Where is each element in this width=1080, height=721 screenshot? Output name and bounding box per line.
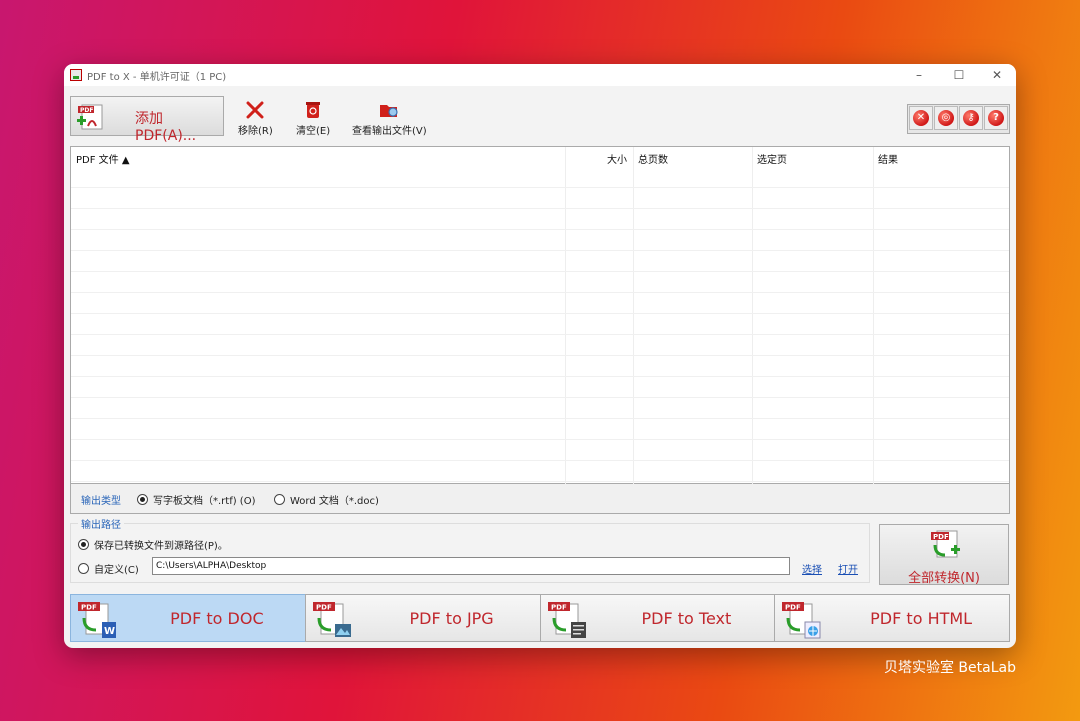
tab-label: PDF to DOC xyxy=(170,609,264,628)
column-result[interactable]: 结果 xyxy=(878,151,898,166)
title-bar: PDF to X - 单机许可证（1 PC) – ☐ ✕ xyxy=(64,64,1016,86)
tab-pdf-to-text[interactable]: PDF PDF to Text xyxy=(539,594,776,644)
empty-row xyxy=(71,272,1009,293)
output-path-group: 输出路径 保存已转换文件到源路径(P)。 自定义(C) 选择 打开 xyxy=(70,516,870,584)
add-pdf-button[interactable]: PDF 添加 PDF(A)... xyxy=(70,96,224,144)
output-path-title: 输出路径 xyxy=(78,516,124,531)
conversion-tabs: PDF W PDF to DOC PDF PDF to JPG PDF PDF … xyxy=(70,594,1010,642)
svg-text:W: W xyxy=(104,626,115,637)
tab-pdf-to-jpg[interactable]: PDF PDF to JPG xyxy=(304,594,541,644)
empty-row xyxy=(71,209,1009,230)
empty-row xyxy=(71,419,1009,440)
empty-row xyxy=(71,461,1009,482)
radio-selected-icon xyxy=(137,494,148,505)
tab-label: PDF to JPG xyxy=(409,609,494,628)
clear-label: 清空(E) xyxy=(296,126,331,137)
column-selected-pages[interactable]: 选定页 xyxy=(757,151,787,166)
window-title: PDF to X - 单机许可证（1 PC) xyxy=(87,72,227,83)
svg-text:PDF: PDF xyxy=(785,604,801,612)
folder-search-icon xyxy=(380,105,398,117)
app-window: PDF to X - 单机许可证（1 PC) – ☐ ✕ PDF 添加 PDF(… xyxy=(64,64,1016,648)
output-type-bar: 输出类型 写字板文档（*.rtf) (O) Word 文档（*.doc) xyxy=(70,484,1010,514)
tab-pdf-to-html[interactable]: PDF PDF to HTML xyxy=(774,594,1010,642)
file-list-rows xyxy=(71,167,1009,483)
clear-button[interactable]: 清空(E) xyxy=(296,100,330,137)
help-icon[interactable]: ? xyxy=(984,106,1008,130)
empty-row xyxy=(71,314,1009,335)
globe-icon[interactable]: ◎ xyxy=(934,106,958,130)
svg-text:PDF: PDF xyxy=(81,604,97,612)
pdf-to-text-icon: PDF xyxy=(546,600,590,644)
pdf-to-word-icon: PDF W xyxy=(76,600,120,644)
add-pdf-label: 添加 PDF(A)... xyxy=(135,111,197,144)
custom-path-radio[interactable]: 自定义(C) xyxy=(78,561,139,576)
empty-row xyxy=(71,440,1009,461)
watermark-text: 贝塔实验室 BetaLab xyxy=(883,660,1016,676)
empty-row xyxy=(71,167,1009,188)
empty-row xyxy=(71,293,1009,314)
tab-label: PDF to HTML xyxy=(870,609,973,628)
empty-row xyxy=(71,335,1009,356)
help-toolbar: ✕ ◎ ⚷ ? xyxy=(907,104,1010,134)
tab-label: PDF to Text xyxy=(641,609,732,628)
file-list[interactable]: PDF 文件 ▲ 大小 总页数 选定页 结果 xyxy=(70,146,1010,485)
remove-x-icon xyxy=(246,101,264,119)
empty-row xyxy=(71,251,1009,272)
svg-text:PDF: PDF xyxy=(933,533,949,541)
toolbar: PDF 添加 PDF(A)... 移除(R) 清空(E) 查看输出文件(V) ✕… xyxy=(64,86,1016,144)
convert-all-icon: PDF xyxy=(929,529,961,565)
empty-row xyxy=(71,356,1009,377)
remove-button[interactable]: 移除(R) xyxy=(238,100,273,137)
svg-text:PDF: PDF xyxy=(316,604,332,612)
column-size[interactable]: 大小 xyxy=(607,151,627,166)
empty-row xyxy=(71,377,1009,398)
minimize-button[interactable]: – xyxy=(902,66,936,84)
convert-all-label: 全部转换(N) xyxy=(908,571,980,586)
svg-text:PDF: PDF xyxy=(551,604,567,612)
view-output-label: 查看输出文件(V) xyxy=(352,126,427,137)
empty-row xyxy=(71,230,1009,251)
file-list-header: PDF 文件 ▲ 大小 总页数 选定页 结果 xyxy=(71,147,1009,167)
open-path-link[interactable]: 打开 xyxy=(838,561,858,576)
pdf-to-image-icon: PDF xyxy=(311,600,355,644)
tab-pdf-to-doc[interactable]: PDF W PDF to DOC xyxy=(70,594,306,642)
column-pdf-file[interactable]: PDF 文件 ▲ xyxy=(76,151,130,166)
doc-radio-option[interactable]: Word 文档（*.doc) xyxy=(274,492,379,507)
output-path-input[interactable] xyxy=(152,557,790,575)
select-path-link[interactable]: 选择 xyxy=(802,561,822,576)
empty-row xyxy=(71,188,1009,209)
pdf-add-icon: PDF xyxy=(76,104,106,134)
radio-unselected-icon xyxy=(78,563,89,574)
trash-icon xyxy=(306,102,321,118)
close-circle-icon[interactable]: ✕ xyxy=(909,106,933,130)
app-icon xyxy=(70,69,82,81)
maximize-button[interactable]: ☐ xyxy=(942,66,976,84)
output-type-label: 输出类型 xyxy=(81,496,121,507)
key-icon[interactable]: ⚷ xyxy=(959,106,983,130)
empty-row xyxy=(71,398,1009,419)
close-button[interactable]: ✕ xyxy=(980,66,1014,84)
column-total-pages[interactable]: 总页数 xyxy=(638,151,668,166)
radio-selected-icon xyxy=(78,539,89,550)
radio-unselected-icon xyxy=(274,494,285,505)
pdf-to-html-icon: PDF xyxy=(780,600,824,644)
remove-label: 移除(R) xyxy=(238,126,273,137)
view-output-button[interactable]: 查看输出文件(V) xyxy=(352,100,427,137)
convert-all-button[interactable]: PDF 全部转换(N) xyxy=(879,524,1009,586)
svg-text:PDF: PDF xyxy=(80,107,93,114)
rtf-radio-option[interactable]: 写字板文档（*.rtf) (O) xyxy=(137,492,256,507)
source-path-radio[interactable]: 保存已转换文件到源路径(P)。 xyxy=(78,537,228,552)
